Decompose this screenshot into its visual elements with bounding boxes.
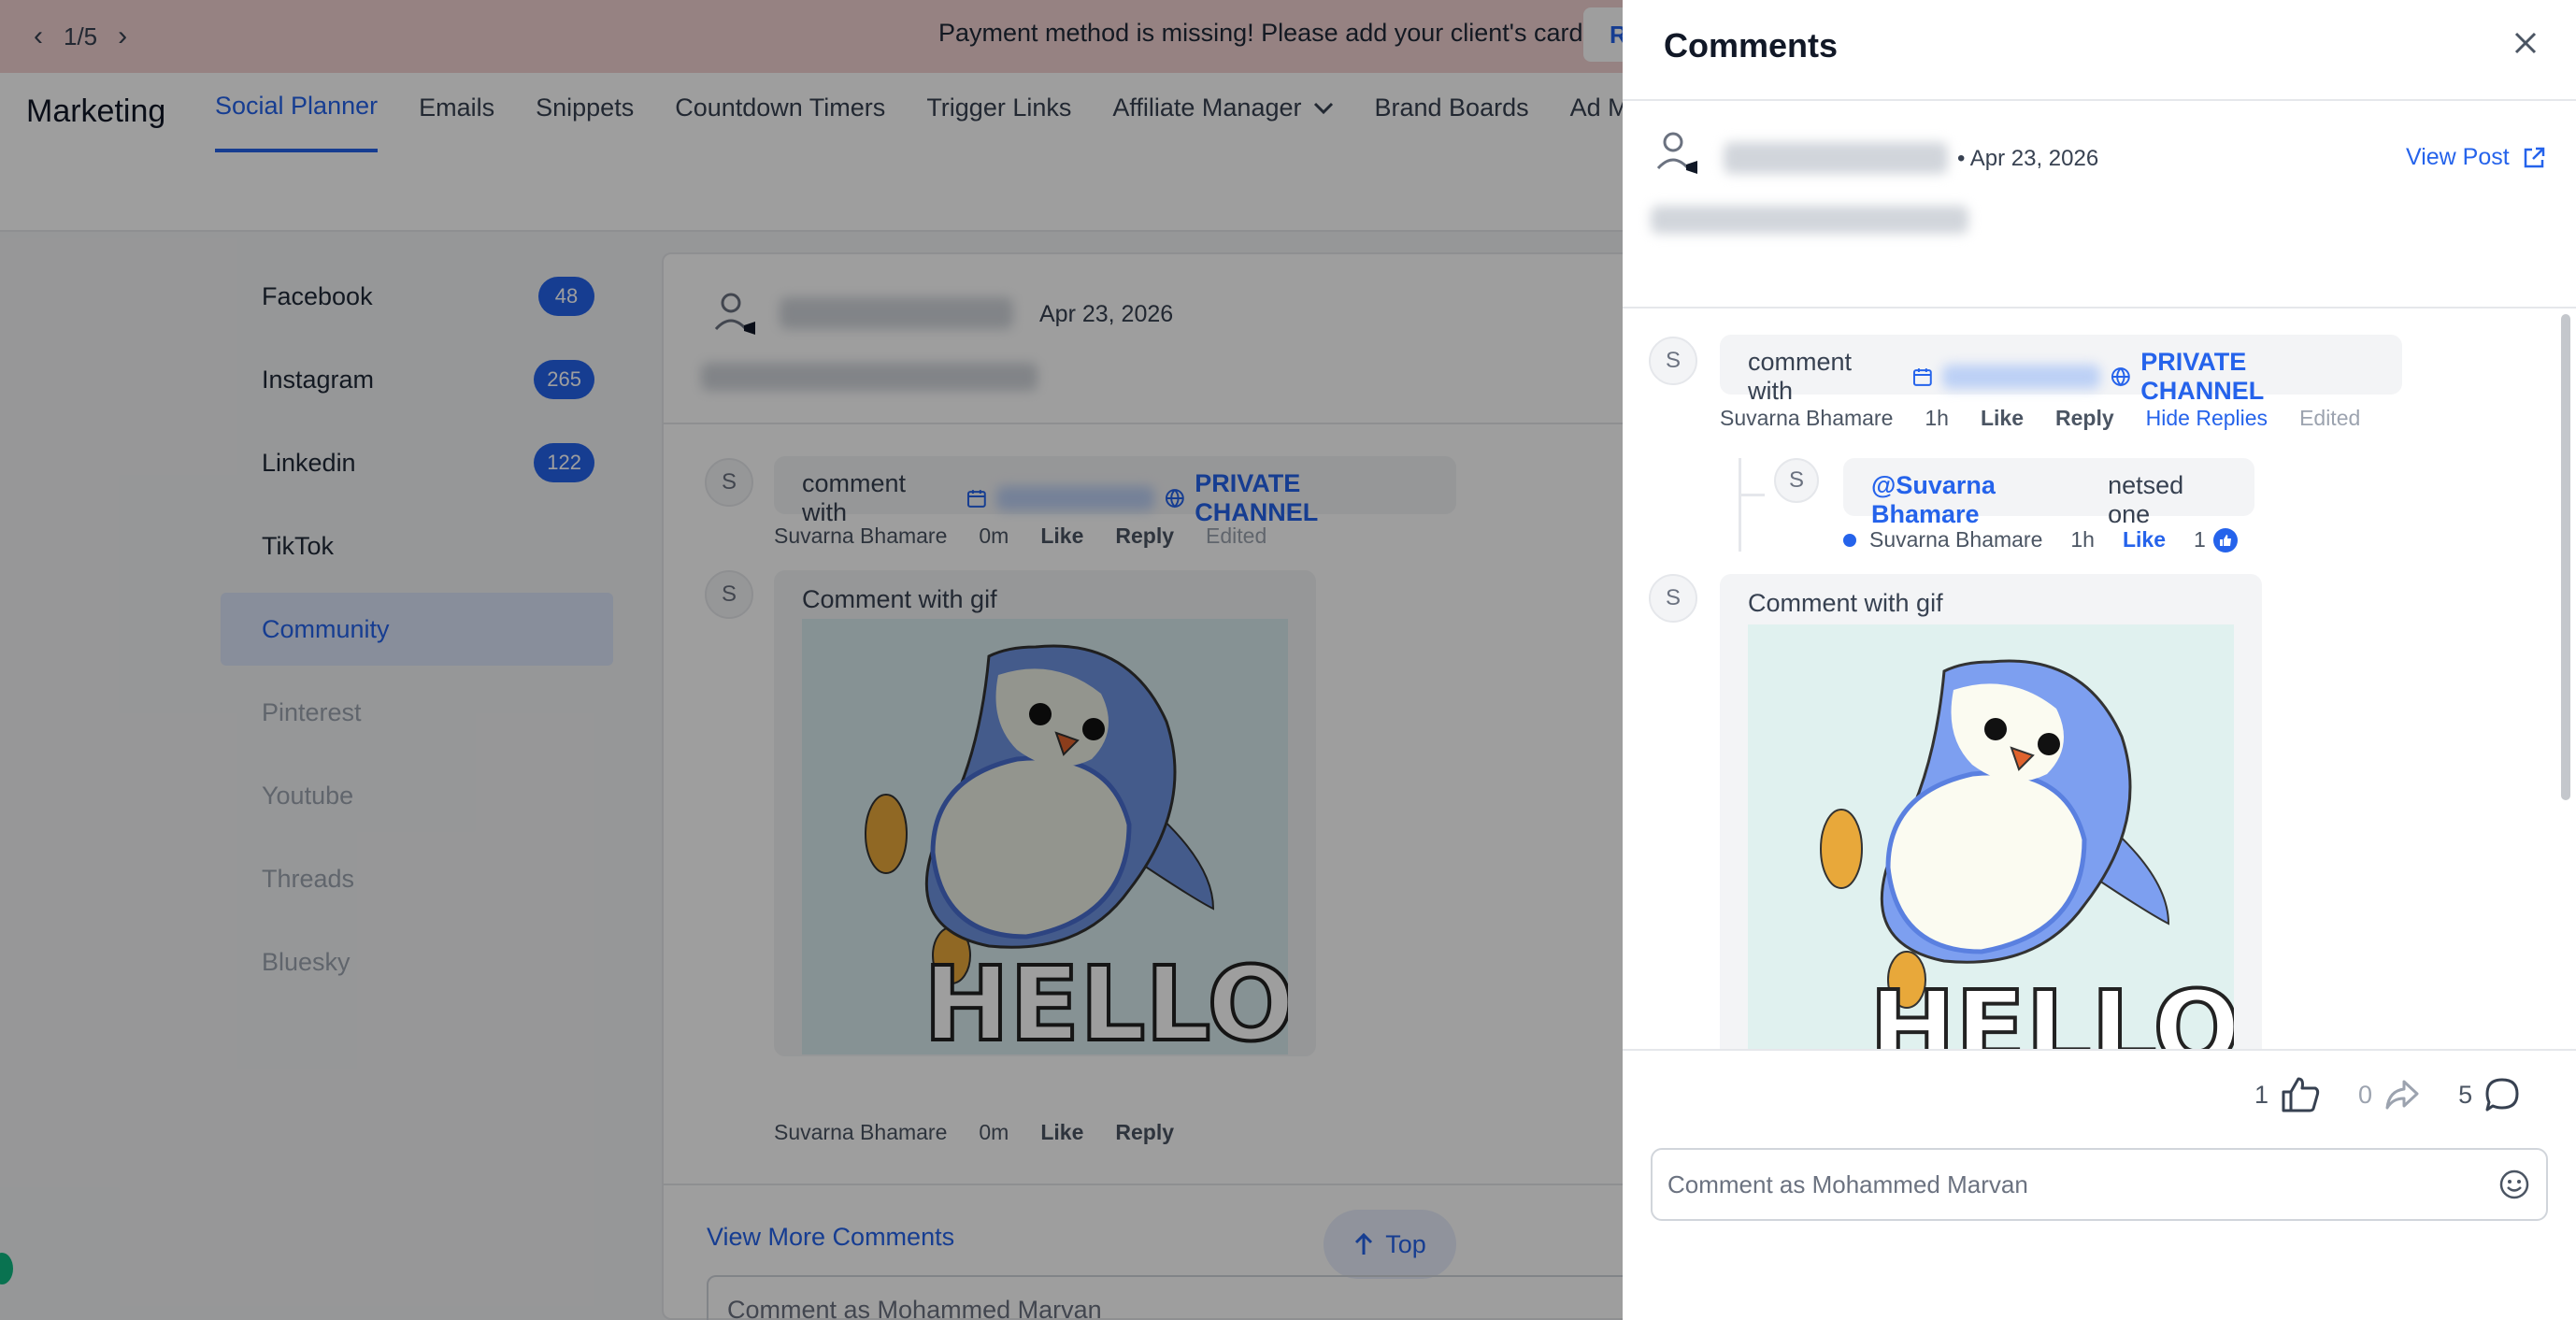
likes-count: 1 bbox=[2254, 1080, 2269, 1109]
comment-text: Comment with gif bbox=[1748, 589, 1943, 617]
unread-dot bbox=[1843, 533, 1856, 547]
reply-button[interactable]: Reply bbox=[2055, 406, 2114, 431]
globe-icon bbox=[2111, 367, 2130, 387]
divider bbox=[1623, 99, 2576, 101]
likes-stat[interactable]: 1 bbox=[2254, 1075, 2321, 1114]
post-stats: 1 0 5 bbox=[2254, 1075, 2521, 1114]
comment-text: comment with bbox=[1748, 348, 1853, 405]
shares-stat[interactable]: 0 bbox=[2358, 1078, 2421, 1112]
scrollbar[interactable] bbox=[2561, 314, 2570, 800]
panel-title: Comments bbox=[1664, 26, 1839, 65]
avatar: S bbox=[1649, 337, 1697, 385]
channel-tag[interactable]: PRIVATE CHANNEL bbox=[2140, 348, 2374, 406]
avatar: S bbox=[1649, 574, 1697, 623]
blurred-event-name bbox=[1942, 365, 2100, 389]
thread-line bbox=[1740, 494, 1765, 496]
reply-time: 1h bbox=[2070, 527, 2095, 552]
comment-author: Suvarna Bhamare bbox=[1720, 406, 1894, 430]
edited-label: Edited bbox=[2299, 406, 2361, 430]
comment-input-placeholder: Comment as Mohammed Marvan bbox=[1667, 1169, 2028, 1198]
mention-link[interactable]: @Suvarna Bhamare bbox=[1871, 471, 2098, 529]
thumbs-up-icon bbox=[2282, 1077, 2320, 1112]
comment-bubble: Comment with gif HELLO bbox=[1720, 574, 2262, 1049]
comment-input[interactable]: Comment as Mohammed Marvan bbox=[1651, 1148, 2548, 1221]
comment-bubble: comment with PRIVATE CHANNEL bbox=[1720, 335, 2402, 405]
blurred-author-name bbox=[1724, 142, 1948, 174]
modal-overlay[interactable] bbox=[0, 0, 1623, 1320]
divider bbox=[1623, 307, 2576, 308]
comment-bubble-icon bbox=[2485, 1078, 2519, 1112]
avatar: S bbox=[1774, 458, 1819, 503]
reply-text: netsed one bbox=[2108, 471, 2184, 528]
reply-author: Suvarna Bhamare bbox=[1869, 527, 2043, 552]
user-avatar-icon bbox=[1656, 132, 1697, 174]
thumbs-up-icon bbox=[2212, 527, 2238, 552]
like-count: 1 bbox=[2194, 527, 2206, 552]
external-link-icon bbox=[2524, 147, 2544, 167]
comments-panel: Comments • Apr 23, 2026 View Post S comm… bbox=[1623, 0, 2576, 1320]
penguin-gif: HELLO bbox=[1748, 624, 2234, 1049]
post-date-value: Apr 23, 2026 bbox=[1969, 146, 2099, 171]
comments-stat[interactable]: 5 bbox=[2458, 1076, 2521, 1113]
blurred-post-text bbox=[1651, 206, 1968, 234]
reply-meta: Suvarna Bhamare 1h Like 1 bbox=[1843, 527, 2238, 552]
shares-count: 0 bbox=[2358, 1080, 2373, 1109]
share-icon bbox=[2385, 1080, 2419, 1110]
penguin-illustration: HELLO bbox=[1820, 659, 2234, 1049]
reply-bubble: @Suvarna Bhamare netsed one bbox=[1843, 458, 2254, 528]
svg-text:HELLO: HELLO bbox=[1869, 968, 2234, 1049]
view-post-label: View Post bbox=[2406, 144, 2510, 170]
comment-meta: Suvarna Bhamare 1h Like Reply Hide Repli… bbox=[1720, 406, 2360, 431]
divider bbox=[1623, 1049, 2576, 1051]
view-post-link[interactable]: View Post bbox=[2406, 144, 2547, 171]
comment-time: 1h bbox=[1925, 406, 1949, 430]
comments-count: 5 bbox=[2458, 1080, 2473, 1109]
like-button[interactable]: Like bbox=[1981, 406, 2024, 431]
emoji-icon[interactable] bbox=[2497, 1168, 2531, 1201]
thread-line bbox=[1739, 458, 1741, 552]
reply-like-count: 1 bbox=[2194, 527, 2238, 552]
close-icon[interactable] bbox=[2505, 22, 2546, 64]
hide-replies-button[interactable]: Hide Replies bbox=[2146, 406, 2268, 431]
post-date: • Apr 23, 2026 bbox=[1957, 146, 2099, 171]
calendar-icon bbox=[1912, 368, 1932, 386]
like-button[interactable]: Like bbox=[2123, 527, 2166, 552]
